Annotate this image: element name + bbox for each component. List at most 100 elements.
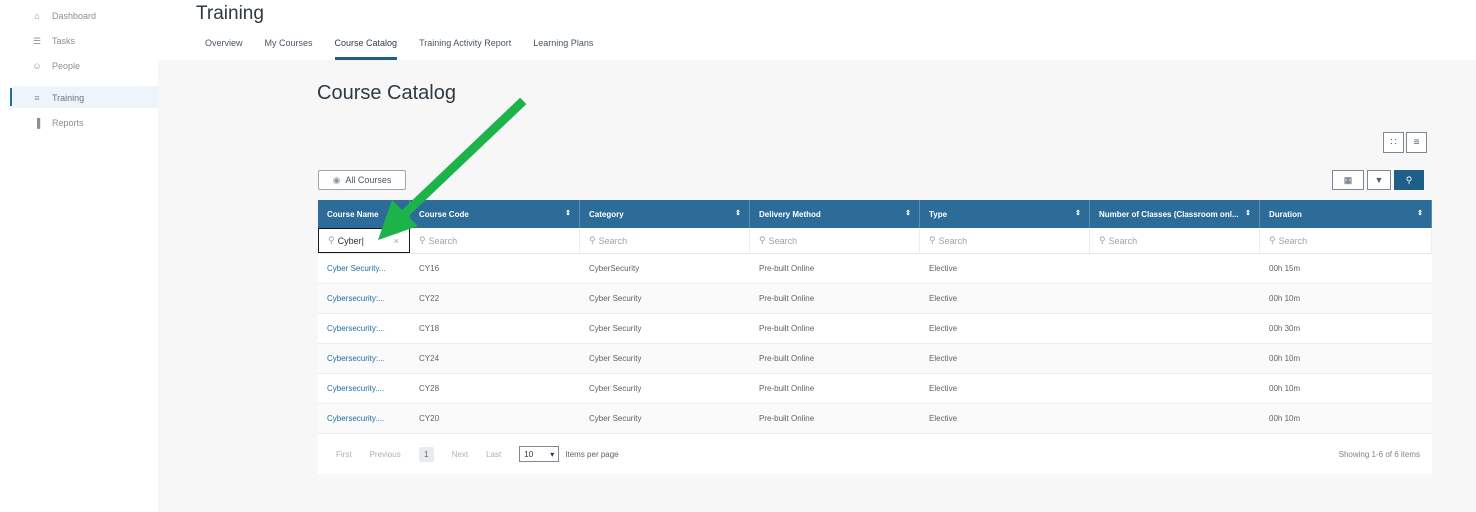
course-name-link[interactable]: Cybersecurity:... (318, 344, 410, 373)
category-cell: Cyber Security (589, 384, 642, 393)
last-page-link[interactable]: Last (486, 450, 501, 459)
type-filter-input[interactable]: ⚲ Search (920, 228, 1090, 253)
course-table: Course Name Course Code ⇕ Category ⇕ Deliv… (318, 200, 1432, 474)
tab-bar: Overview My Courses Course Catalog Train… (205, 36, 615, 60)
search-icon: ⚲ (1099, 235, 1106, 245)
course-name-link[interactable]: Cybersecurity:... (318, 284, 410, 313)
number-of-classes-cell (1090, 284, 1260, 313)
view-toggle: ∷ ≡ (1383, 132, 1427, 153)
sidebar-active-indicator (10, 88, 12, 106)
course-code-cell: CY18 (419, 324, 440, 333)
page-size-select[interactable]: 10 ▾ (519, 446, 560, 462)
duration-cell: 00h 10m (1269, 354, 1301, 363)
next-page-link[interactable]: Next (452, 450, 468, 459)
search-icon: ⚲ (1405, 174, 1413, 185)
column-label: Delivery Method (759, 209, 821, 219)
column-header-delivery-method[interactable]: Delivery Method ⇕ (750, 200, 920, 228)
column-header-course-code[interactable]: Course Code ⇕ (410, 200, 580, 228)
filter-button[interactable]: ▼ (1367, 170, 1391, 190)
column-header-duration[interactable]: Duration ⇕ (1260, 200, 1432, 228)
sidebar-item-reports[interactable]: ▐ Reports (30, 113, 84, 133)
category-cell: Cyber Security (589, 414, 642, 423)
page-size-value: 10 (524, 449, 534, 459)
tab-learning-plans[interactable]: Learning Plans (533, 36, 593, 60)
sort-icon: ⇕ (735, 210, 741, 217)
category-cell: Cyber Security (589, 324, 642, 333)
table-row: Cybersecurity:... CY22 Cyber Security Pr… (318, 284, 1432, 314)
column-header-number-of-classes[interactable]: Number of Classes (Classroom onl... ⇕ (1090, 200, 1260, 228)
type-cell: Elective (929, 294, 958, 303)
table-body: Cyber Security... CY16 CyberSecurity Pre… (318, 254, 1432, 434)
all-courses-button[interactable]: ◉ All Courses (318, 170, 406, 190)
sort-icon: ⇕ (1245, 210, 1251, 217)
sidebar-item-tasks[interactable]: ☰ Tasks (30, 31, 75, 51)
delivery-method-cell: Pre-built Online (759, 414, 815, 423)
course-name-link[interactable]: Cyber Security... (318, 254, 410, 283)
pagination: First Previous 1 Next Last 10 ▾ Items pe… (318, 434, 1432, 474)
grid-view-button[interactable]: ∷ (1383, 132, 1404, 153)
previous-page-link[interactable]: Previous (370, 450, 401, 459)
sidebar-item-label: Tasks (52, 36, 76, 46)
sidebar-item-people[interactable]: ☺ People (30, 56, 80, 76)
duration-cell: 00h 10m (1269, 414, 1301, 423)
sidebar: ⌂ Dashboard ☰ Tasks ☺ People ≡ Training … (0, 0, 158, 512)
eye-icon: ◉ (332, 174, 341, 185)
training-icon: ≡ (34, 93, 40, 103)
type-cell: Elective (929, 264, 958, 273)
course-name-link[interactable]: Cybersecurity.... (318, 404, 410, 433)
table-row: Cybersecurity.... CY20 Cyber Security Pr… (318, 404, 1432, 434)
tab-course-catalog[interactable]: Course Catalog (334, 36, 398, 60)
delivery-method-filter-input[interactable]: ⚲ Search (750, 228, 920, 253)
sort-icon: ⇕ (1417, 210, 1423, 217)
search-icon: ⚲ (328, 235, 335, 245)
reports-icon: ▐ (33, 118, 41, 128)
sidebar-item-dashboard[interactable]: ⌂ Dashboard (30, 6, 96, 26)
tab-my-courses[interactable]: My Courses (265, 36, 313, 60)
column-header-course-name[interactable]: Course Name (318, 200, 410, 228)
duration-filter-input[interactable]: ⚲ Search (1260, 228, 1432, 253)
tab-training-activity-report[interactable]: Training Activity Report (419, 36, 511, 60)
columns-icon: ▦ (1343, 174, 1353, 185)
course-name-filter-input[interactable]: ⚲ Cyber| × (318, 228, 410, 253)
column-label: Duration (1269, 209, 1302, 219)
column-label: Category (589, 209, 624, 219)
sort-icon: ⇕ (565, 210, 571, 217)
course-name-link[interactable]: Cybersecurity:... (318, 314, 410, 343)
current-page[interactable]: 1 (418, 446, 434, 462)
number-of-classes-cell (1090, 374, 1260, 403)
column-label: Course Code (419, 209, 469, 219)
list-icon: ≡ (1413, 137, 1420, 148)
filter-placeholder: Search (1278, 235, 1308, 246)
first-page-link[interactable]: First (336, 450, 352, 459)
column-label: Number of Classes (Classroom onl... (1099, 209, 1239, 219)
course-code-filter-input[interactable]: ⚲ Search (410, 228, 580, 253)
table-row: Cybersecurity:... CY18 Cyber Security Pr… (318, 314, 1432, 344)
search-button[interactable]: ⚲ (1394, 170, 1424, 190)
sidebar-item-label: Reports (52, 118, 84, 128)
page-title: Training (196, 3, 264, 24)
filter-value: Cyber| (337, 235, 364, 246)
column-header-category[interactable]: Category ⇕ (580, 200, 750, 228)
clear-icon[interactable]: × (394, 236, 399, 246)
course-code-cell: CY22 (419, 294, 440, 303)
delivery-method-cell: Pre-built Online (759, 384, 815, 393)
category-filter-input[interactable]: ⚲ Search (580, 228, 750, 253)
duration-cell: 00h 10m (1269, 294, 1301, 303)
column-header-type[interactable]: Type ⇕ (920, 200, 1090, 228)
columns-button[interactable]: ▦ (1332, 170, 1364, 190)
duration-cell: 00h 30m (1269, 324, 1301, 333)
number-of-classes-filter-input[interactable]: ⚲ Search (1090, 228, 1260, 253)
tab-overview[interactable]: Overview (205, 36, 243, 60)
chevron-down-icon: ▾ (550, 449, 555, 459)
number-of-classes-cell (1090, 254, 1260, 283)
table-header: Course Name Course Code ⇕ Category ⇕ Deliv… (318, 200, 1432, 228)
type-cell: Elective (929, 324, 958, 333)
list-view-button[interactable]: ≡ (1406, 132, 1427, 153)
column-label: Course Name (327, 209, 379, 219)
sidebar-item-training[interactable]: ≡ Training (30, 88, 84, 108)
type-cell: Elective (929, 354, 958, 363)
filter-row: ⚲ Cyber| × ⚲ Search ⚲ Search ⚲ Search ⚲ Sear… (318, 228, 1432, 254)
category-cell: Cyber Security (589, 294, 642, 303)
course-name-link[interactable]: Cybersecurity.... (318, 374, 410, 403)
home-icon: ⌂ (34, 11, 40, 21)
